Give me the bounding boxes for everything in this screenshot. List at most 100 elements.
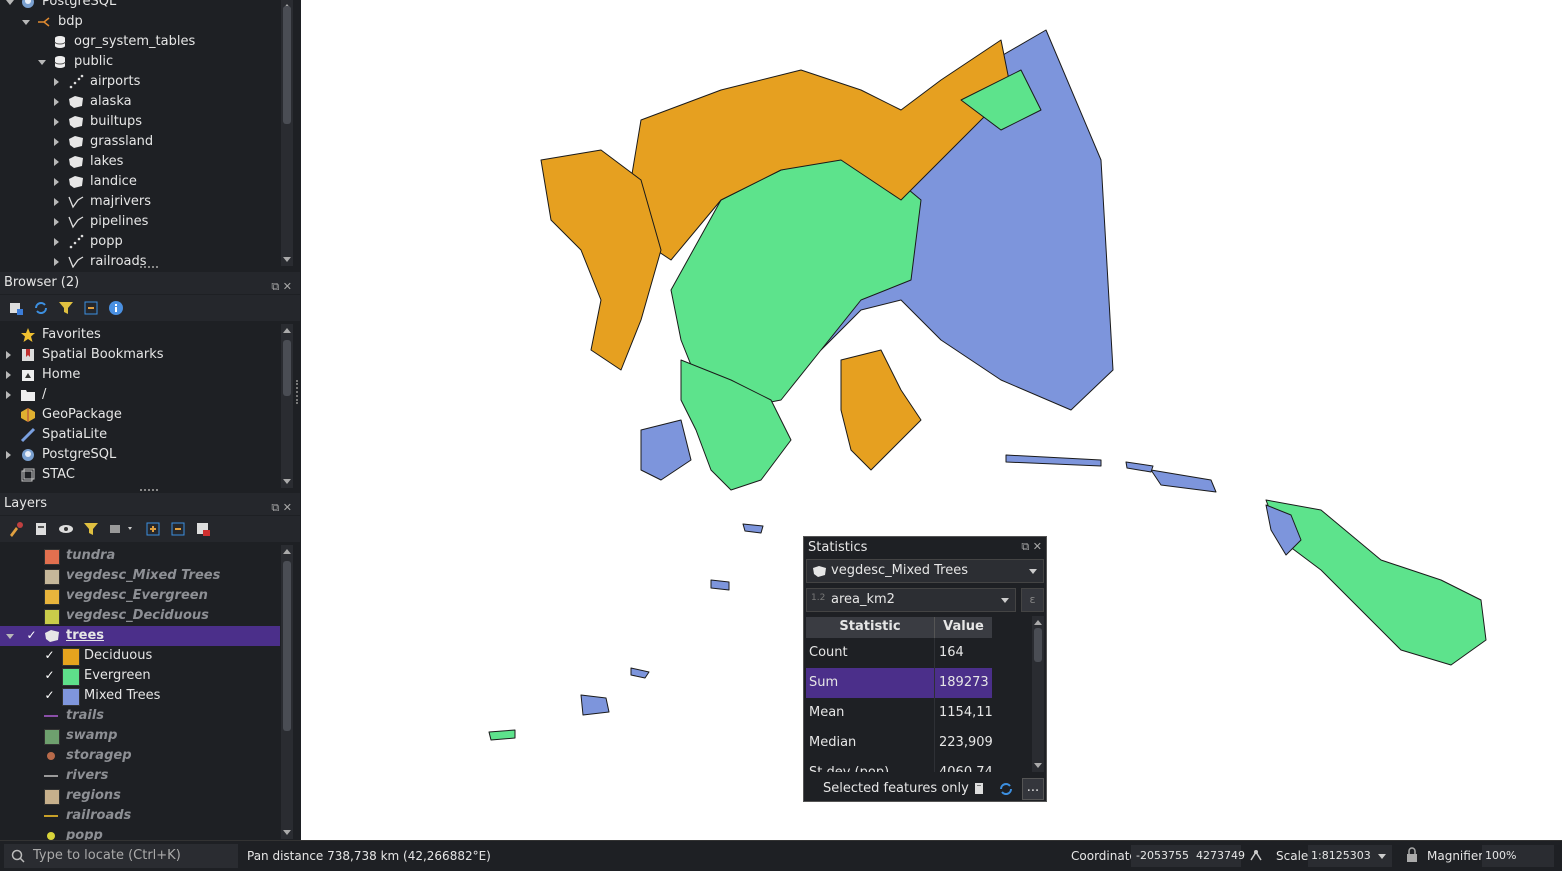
chevron-right-icon[interactable] [54, 218, 59, 226]
chevron-right-icon[interactable] [54, 78, 59, 86]
chevron-right-icon[interactable] [54, 98, 59, 106]
layer-visibility-checkbox[interactable]: ✓ [43, 649, 56, 662]
layer-visibility-checkbox[interactable] [25, 609, 38, 622]
layer-item[interactable]: ✓ Evergreen [0, 666, 280, 686]
magnifier-field[interactable]: 100% [1482, 845, 1554, 867]
db-tree-item[interactable]: builtups [0, 112, 280, 132]
filter-map-icon[interactable] [108, 521, 136, 537]
statistics-scrollbar[interactable] [1032, 616, 1044, 772]
layer-item[interactable]: popp [0, 826, 280, 840]
chevron-right-icon[interactable] [54, 198, 59, 206]
column-header-statistic[interactable]: Statistic [806, 619, 934, 634]
db-tree-scrollbar[interactable] [281, 0, 293, 266]
db-tree-item[interactable]: lakes [0, 152, 280, 172]
extents-toggle-icon[interactable] [1248, 848, 1264, 864]
db-tree-item[interactable]: ogr_system_tables [0, 32, 280, 52]
db-tree-item[interactable]: grassland [0, 132, 280, 152]
panel-float-close-icons[interactable]: ⧉ ✕ [1021, 540, 1042, 554]
layer-visibility-checkbox[interactable] [25, 549, 38, 562]
layer-visibility-checkbox[interactable] [25, 589, 38, 602]
layer-item[interactable]: ✓ Mixed Trees [0, 686, 280, 706]
layer-item[interactable]: ✓ Deciduous [0, 646, 280, 666]
browser-item[interactable]: PostgreSQL [0, 445, 280, 465]
layer-item[interactable]: trails [0, 706, 280, 726]
chevron-right-icon[interactable] [54, 138, 59, 146]
coordinate-field[interactable]: -2053755 4273749 [1131, 845, 1245, 867]
refresh-icon[interactable] [33, 300, 49, 316]
table-row[interactable]: St dev (pop) 4060,74 [806, 758, 993, 772]
table-row[interactable]: Count 164 [806, 638, 992, 668]
copy-icon[interactable] [972, 782, 986, 796]
layer-item[interactable]: vegdesc_Deciduous [0, 606, 280, 626]
layer-visibility-checkbox[interactable] [25, 789, 38, 802]
db-tree-item[interactable]: public [0, 52, 280, 72]
db-tree-item[interactable]: pipelines [0, 212, 280, 232]
layers-scrollbar[interactable] [281, 545, 293, 839]
layer-item[interactable]: storagep [0, 746, 280, 766]
layer-item[interactable]: vegdesc_Mixed Trees [0, 566, 280, 586]
chevron-right-icon[interactable] [6, 351, 11, 359]
browser-item[interactable]: Favorites [0, 325, 280, 345]
chevron-down-icon[interactable] [6, 0, 14, 5]
db-tree-item[interactable]: landice [0, 172, 280, 192]
info-icon[interactable] [108, 300, 124, 316]
browser-item[interactable]: GeoPackage [0, 405, 280, 425]
db-tree-item[interactable]: popp [0, 232, 280, 252]
browser-item[interactable]: Home [0, 365, 280, 385]
locator-box[interactable]: Type to locate (Ctrl+K) [4, 844, 238, 868]
layer-visibility-checkbox[interactable]: ✓ [43, 689, 56, 702]
chevron-right-icon[interactable] [6, 451, 11, 459]
scale-combobox[interactable]: 1:8125303 [1308, 845, 1392, 867]
collapse-all-icon[interactable] [83, 300, 99, 316]
collapse-all-icon[interactable] [170, 521, 186, 537]
layer-item[interactable]: ✓ trees [0, 626, 280, 646]
table-row[interactable]: Median 223,909 [806, 728, 993, 758]
browser-item[interactable]: Spatial Bookmarks [0, 345, 280, 365]
db-tree-item[interactable]: majrivers [0, 192, 280, 212]
chevron-right-icon[interactable] [6, 391, 11, 399]
panel-splitter[interactable] [296, 380, 300, 404]
remove-layer-icon[interactable] [195, 521, 211, 537]
style-manager-icon[interactable] [8, 521, 24, 537]
expression-button[interactable]: ε [1021, 588, 1044, 612]
table-row[interactable]: Sum 189273 [806, 668, 992, 698]
layer-visibility-checkbox[interactable]: ✓ [43, 669, 56, 682]
chevron-right-icon[interactable] [54, 258, 59, 266]
visibility-eye-icon[interactable] [58, 521, 74, 537]
chevron-right-icon[interactable] [6, 371, 11, 379]
chevron-right-icon[interactable] [54, 118, 59, 126]
layer-combobox[interactable]: vegdesc_Mixed Trees [806, 559, 1044, 583]
browser-item[interactable]: SpatiaLite [0, 425, 280, 445]
db-tree-item[interactable]: alaska [0, 92, 280, 112]
layer-visibility-checkbox[interactable] [25, 709, 38, 722]
db-tree-item[interactable]: airports [0, 72, 280, 92]
browser-item[interactable]: / [0, 385, 280, 405]
chevron-right-icon[interactable] [54, 238, 59, 246]
db-tree-item[interactable]: bdp [0, 12, 280, 32]
layer-visibility-checkbox[interactable] [25, 809, 38, 822]
chevron-right-icon[interactable] [54, 158, 59, 166]
refresh-icon[interactable] [998, 781, 1014, 797]
layer-visibility-checkbox[interactable] [25, 769, 38, 782]
layer-visibility-checkbox[interactable]: ✓ [25, 629, 38, 642]
filter-icon[interactable] [58, 300, 74, 316]
add-group-icon[interactable] [33, 521, 49, 537]
filter-legend-icon[interactable] [83, 521, 99, 537]
column-header-value[interactable]: Value [935, 619, 992, 634]
table-row[interactable]: Mean 1154,11 [806, 698, 993, 728]
layer-visibility-checkbox[interactable] [25, 749, 38, 762]
lock-scale-icon[interactable] [1405, 847, 1419, 864]
layer-visibility-checkbox[interactable] [25, 729, 38, 742]
layer-item[interactable]: rivers [0, 766, 280, 786]
layer-item[interactable]: tundra [0, 546, 280, 566]
chevron-right-icon[interactable] [54, 178, 59, 186]
chevron-down-icon[interactable] [38, 60, 46, 65]
add-selected-layers-icon[interactable] [8, 300, 24, 316]
field-combobox[interactable]: 1.2 area_km2 [806, 588, 1016, 612]
layer-visibility-checkbox[interactable] [25, 569, 38, 582]
expand-all-icon[interactable] [145, 521, 161, 537]
layer-visibility-checkbox[interactable] [25, 829, 38, 840]
layer-item[interactable]: railroads [0, 806, 280, 826]
db-tree-item[interactable]: PostgreSQL [0, 0, 280, 12]
chevron-down-icon[interactable] [6, 634, 14, 639]
